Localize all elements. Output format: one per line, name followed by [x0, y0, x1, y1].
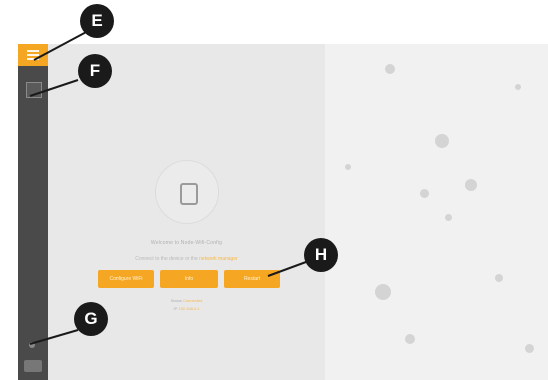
annotation-marker-f: F	[78, 54, 112, 88]
annotation-marker-g: G	[74, 302, 108, 336]
annotation-marker-e: E	[80, 4, 114, 38]
annotation-marker-h: H	[304, 238, 338, 272]
